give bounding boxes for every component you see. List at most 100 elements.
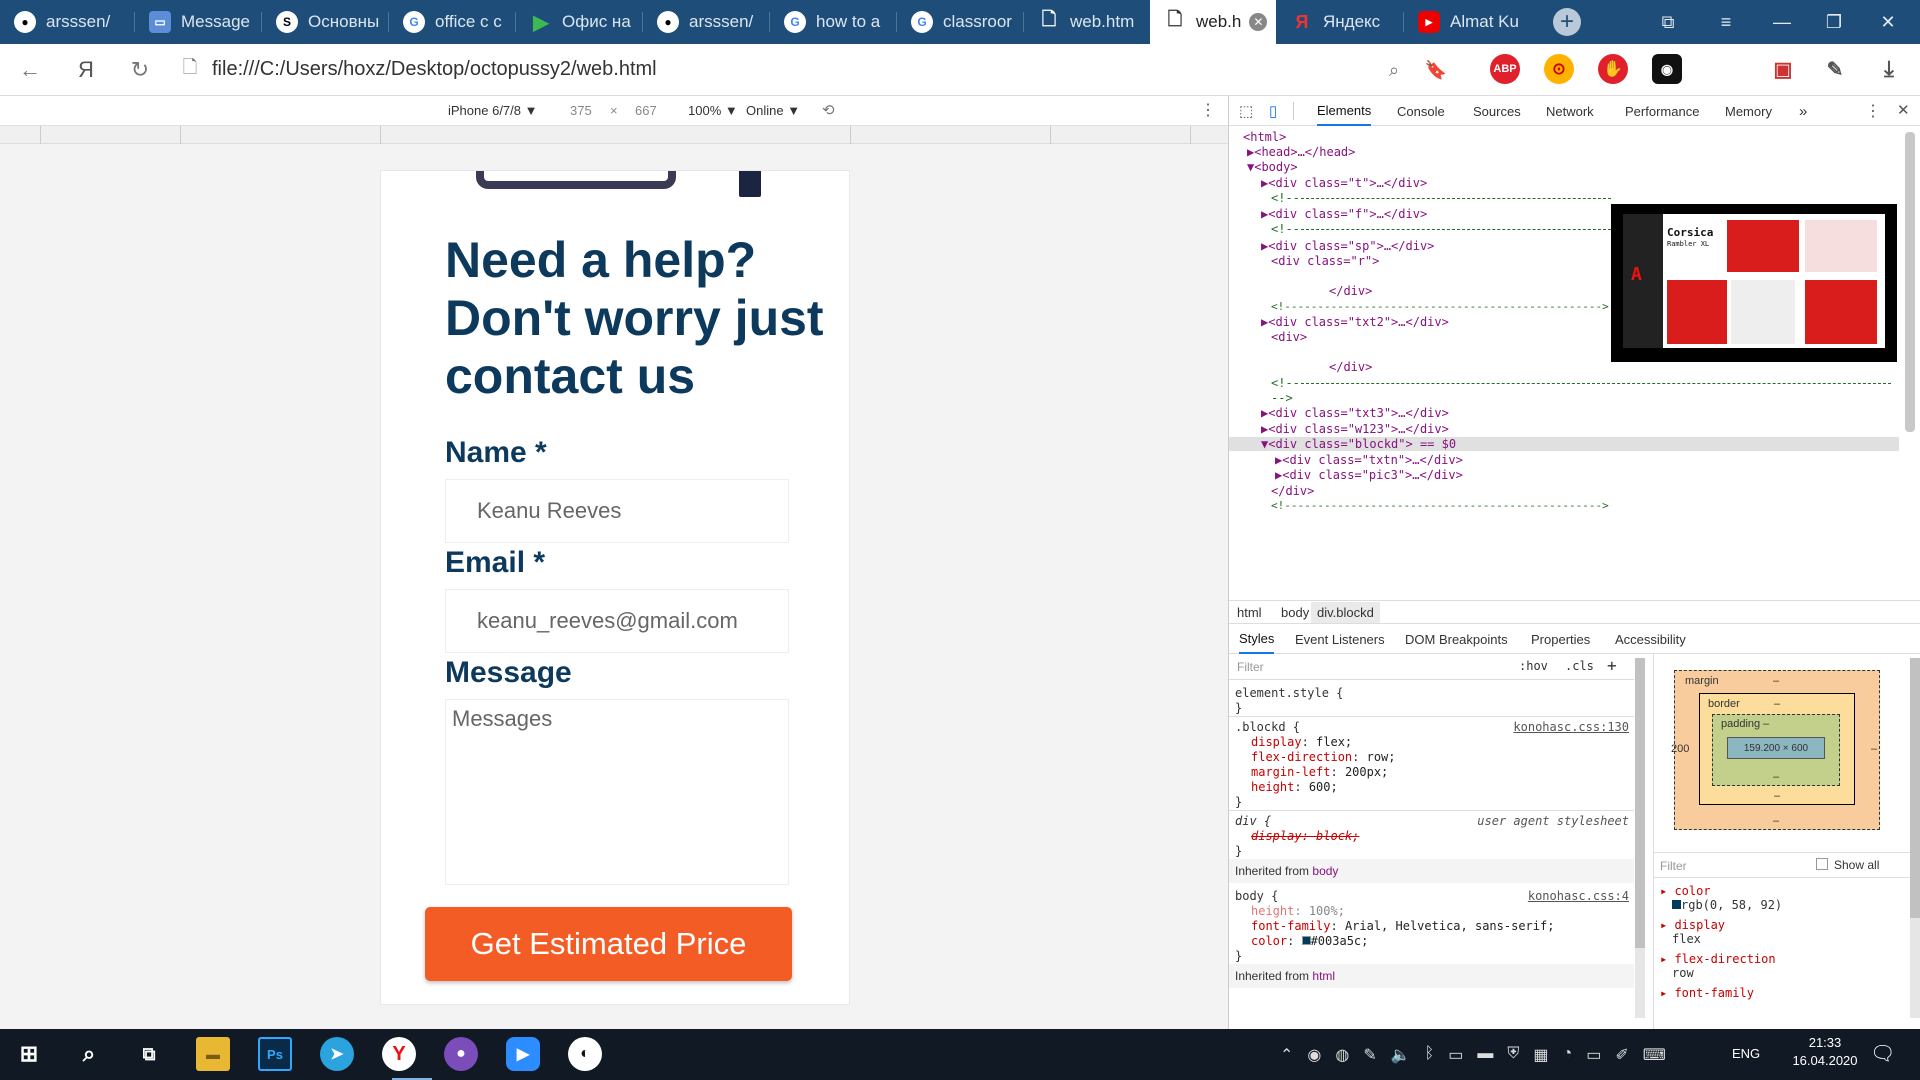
windows-start-icon[interactable]: ⊞ (12, 1037, 46, 1071)
css-prop-value[interactable]: 100%; (1309, 904, 1345, 918)
dom-node[interactable]: </div> (1329, 360, 1372, 374)
extension-icon[interactable]: ◉ (1652, 54, 1682, 84)
dom-comment[interactable]: <!-- (1271, 376, 1300, 390)
dom-node[interactable]: <html> (1243, 130, 1286, 144)
vpn-extension-icon[interactable]: ⊙ (1544, 54, 1574, 84)
margin-top-value[interactable]: – (1773, 675, 1779, 687)
tab-performance[interactable]: Performance (1625, 96, 1699, 126)
border-bottom-value[interactable]: – (1774, 790, 1780, 802)
network-throttle-select[interactable]: Online ▼ (746, 103, 800, 118)
tab-office-play[interactable]: ▶ Офис на (516, 0, 642, 44)
download-icon[interactable]: ⤓ (1874, 54, 1904, 84)
notes-icon[interactable]: ✎ (1820, 54, 1850, 84)
class-toggle[interactable]: .cls (1565, 659, 1594, 673)
more-options-icon[interactable]: ⋮ (1200, 100, 1216, 120)
tab-messages[interactable]: ▭ Message (135, 0, 261, 44)
css-prop-name[interactable]: display (1251, 735, 1302, 749)
yandex-browser-icon[interactable]: Y (382, 1037, 416, 1071)
dom-node[interactable]: </div> (1329, 284, 1372, 298)
computed-item[interactable]: ▸ display flex (1660, 918, 1910, 952)
dom-node[interactable]: ▶<div class="sp">…</div> (1261, 239, 1434, 253)
menu-icon[interactable]: ≡ (1702, 0, 1750, 44)
zoom-icon[interactable]: ▶ (506, 1037, 540, 1071)
network-tray-icon[interactable]: ◍ (1335, 1045, 1349, 1065)
zoom-tray-icon[interactable]: ◉ (1307, 1045, 1321, 1065)
task-view-icon[interactable]: ⧉ (132, 1037, 166, 1071)
search-icon[interactable]: ⌕ (1378, 54, 1410, 86)
computed-item[interactable]: ▸ font-family (1660, 986, 1910, 1006)
adblock-plus-icon[interactable]: ABP (1490, 54, 1520, 84)
tab-github-1[interactable]: ● arsssen/ (0, 0, 134, 44)
body-rule-selector[interactable]: body { (1235, 889, 1278, 903)
css-prop-value[interactable]: Arial, Helvetica, sans-serif; (1345, 919, 1555, 933)
margin-bottom-value[interactable]: – (1773, 815, 1779, 827)
notifications-icon[interactable]: 🗨 (1870, 1041, 1895, 1066)
color-swatch-icon[interactable] (1301, 936, 1311, 945)
nvidia-icon[interactable]: ▬ (1477, 1045, 1493, 1065)
device-select[interactable]: iPhone 6/7/8 ▼ (448, 103, 537, 118)
elements-scrollbar[interactable] (1905, 132, 1915, 432)
hover-state-toggle[interactable]: :hov (1519, 659, 1548, 673)
inspect-element-icon[interactable]: ⬚ (1239, 102, 1253, 120)
dom-node[interactable]: ▶<div class="w123">…</div> (1261, 422, 1449, 436)
file-explorer-icon[interactable]: ▬ (196, 1037, 230, 1071)
body-rule-source[interactable]: konohasc.css:4 (1528, 889, 1629, 903)
tab-sources[interactable]: Sources (1473, 96, 1521, 126)
device-width-field[interactable]: 375 (570, 103, 592, 118)
show-all-checkbox[interactable] (1816, 858, 1828, 870)
padding-bottom-value[interactable]: – (1773, 771, 1779, 783)
pen-tray-icon[interactable]: ✎ (1363, 1045, 1376, 1065)
styles-scrollbar[interactable] (1635, 658, 1645, 1018)
tab-yandex[interactable]: Я Яндекс (1277, 0, 1403, 44)
element-style-rule[interactable]: element.style { (1235, 686, 1343, 700)
close-icon[interactable]: ✕ (1249, 13, 1268, 31)
chevron-up-icon[interactable]: ⌃ (1280, 1045, 1293, 1065)
tab-google-office[interactable]: Goffice c с (389, 0, 515, 44)
gpu-icon[interactable]: ▦ (1533, 1045, 1548, 1065)
display-icon[interactable]: ▭ (1448, 1045, 1463, 1065)
dom-node[interactable]: ▶<div class="t">…</div> (1261, 176, 1427, 190)
css-prop-value[interactable]: flex; (1316, 735, 1352, 749)
dom-comment[interactable]: <!-- (1271, 191, 1300, 205)
css-prop-value[interactable]: 200px; (1345, 765, 1388, 779)
tab-styles[interactable]: Styles (1239, 624, 1275, 654)
dom-node[interactable]: ▶<div class="txt2">…</div> (1261, 315, 1449, 329)
battery-icon[interactable]: ▭ (1586, 1045, 1601, 1065)
tab-web-html-active[interactable]: 🗋 web.h ✕ (1150, 0, 1276, 44)
name-field[interactable]: Keanu Reeves (445, 479, 789, 543)
message-textarea[interactable]: Messages (445, 699, 789, 885)
dom-node-selected[interactable]: ▼<div class="blockd"> == $0 (1229, 437, 1899, 451)
tab-main[interactable]: S Основны (262, 0, 388, 44)
padding-top-value[interactable]: – (1763, 718, 1769, 730)
volume-icon[interactable]: 🔈 (1391, 1045, 1411, 1065)
dom-node[interactable]: ▶<head>…</head> (1247, 145, 1355, 159)
margin-right-value[interactable]: – (1871, 743, 1877, 755)
div-rule-selector[interactable]: div { (1235, 814, 1271, 828)
css-prop-name[interactable]: height (1251, 780, 1294, 794)
email-field[interactable]: keanu_reeves@gmail.com (445, 589, 789, 653)
reload-icon[interactable]: ↻ (124, 54, 156, 86)
inherited-link-html[interactable]: html (1312, 969, 1335, 983)
tab-google-classroom[interactable]: Gclassroor (897, 0, 1023, 44)
dom-node[interactable]: ▶<div class="pic3">…</div> (1275, 468, 1463, 482)
css-prop-name[interactable]: font-family (1251, 919, 1330, 933)
github-desktop-icon[interactable]: ● (444, 1037, 478, 1071)
computed-scrollbar[interactable] (1910, 658, 1920, 1018)
get-estimated-price-button[interactable]: Get Estimated Price (425, 907, 792, 981)
tab-web-html-1[interactable]: 🗋 web.htm (1024, 0, 1150, 44)
wifi-icon[interactable]: ◔ (1563, 1045, 1573, 1065)
computed-item[interactable]: ▸ flex-direction row (1660, 952, 1910, 986)
dom-node[interactable]: <div class="r"> (1271, 254, 1379, 268)
back-arrow-icon[interactable]: ← (14, 54, 46, 86)
css-prop-name[interactable]: flex-direction (1251, 750, 1352, 764)
margin-left-value[interactable]: 200 (1671, 743, 1689, 755)
pen-workspace-icon[interactable]: ✐ (1615, 1045, 1628, 1065)
new-tab-button[interactable]: + (1553, 8, 1581, 36)
restore-button[interactable]: ❐ (1810, 0, 1858, 44)
styles-filter-input[interactable]: Filter (1237, 660, 1264, 674)
steam-icon[interactable]: ◐ (568, 1037, 602, 1071)
computed-filter-input[interactable]: Filter (1660, 859, 1687, 873)
device-toggle-icon[interactable]: ▯ (1269, 102, 1277, 120)
tab-elements[interactable]: Elements (1317, 96, 1372, 126)
close-devtools-icon[interactable]: ✕ (1897, 101, 1910, 119)
